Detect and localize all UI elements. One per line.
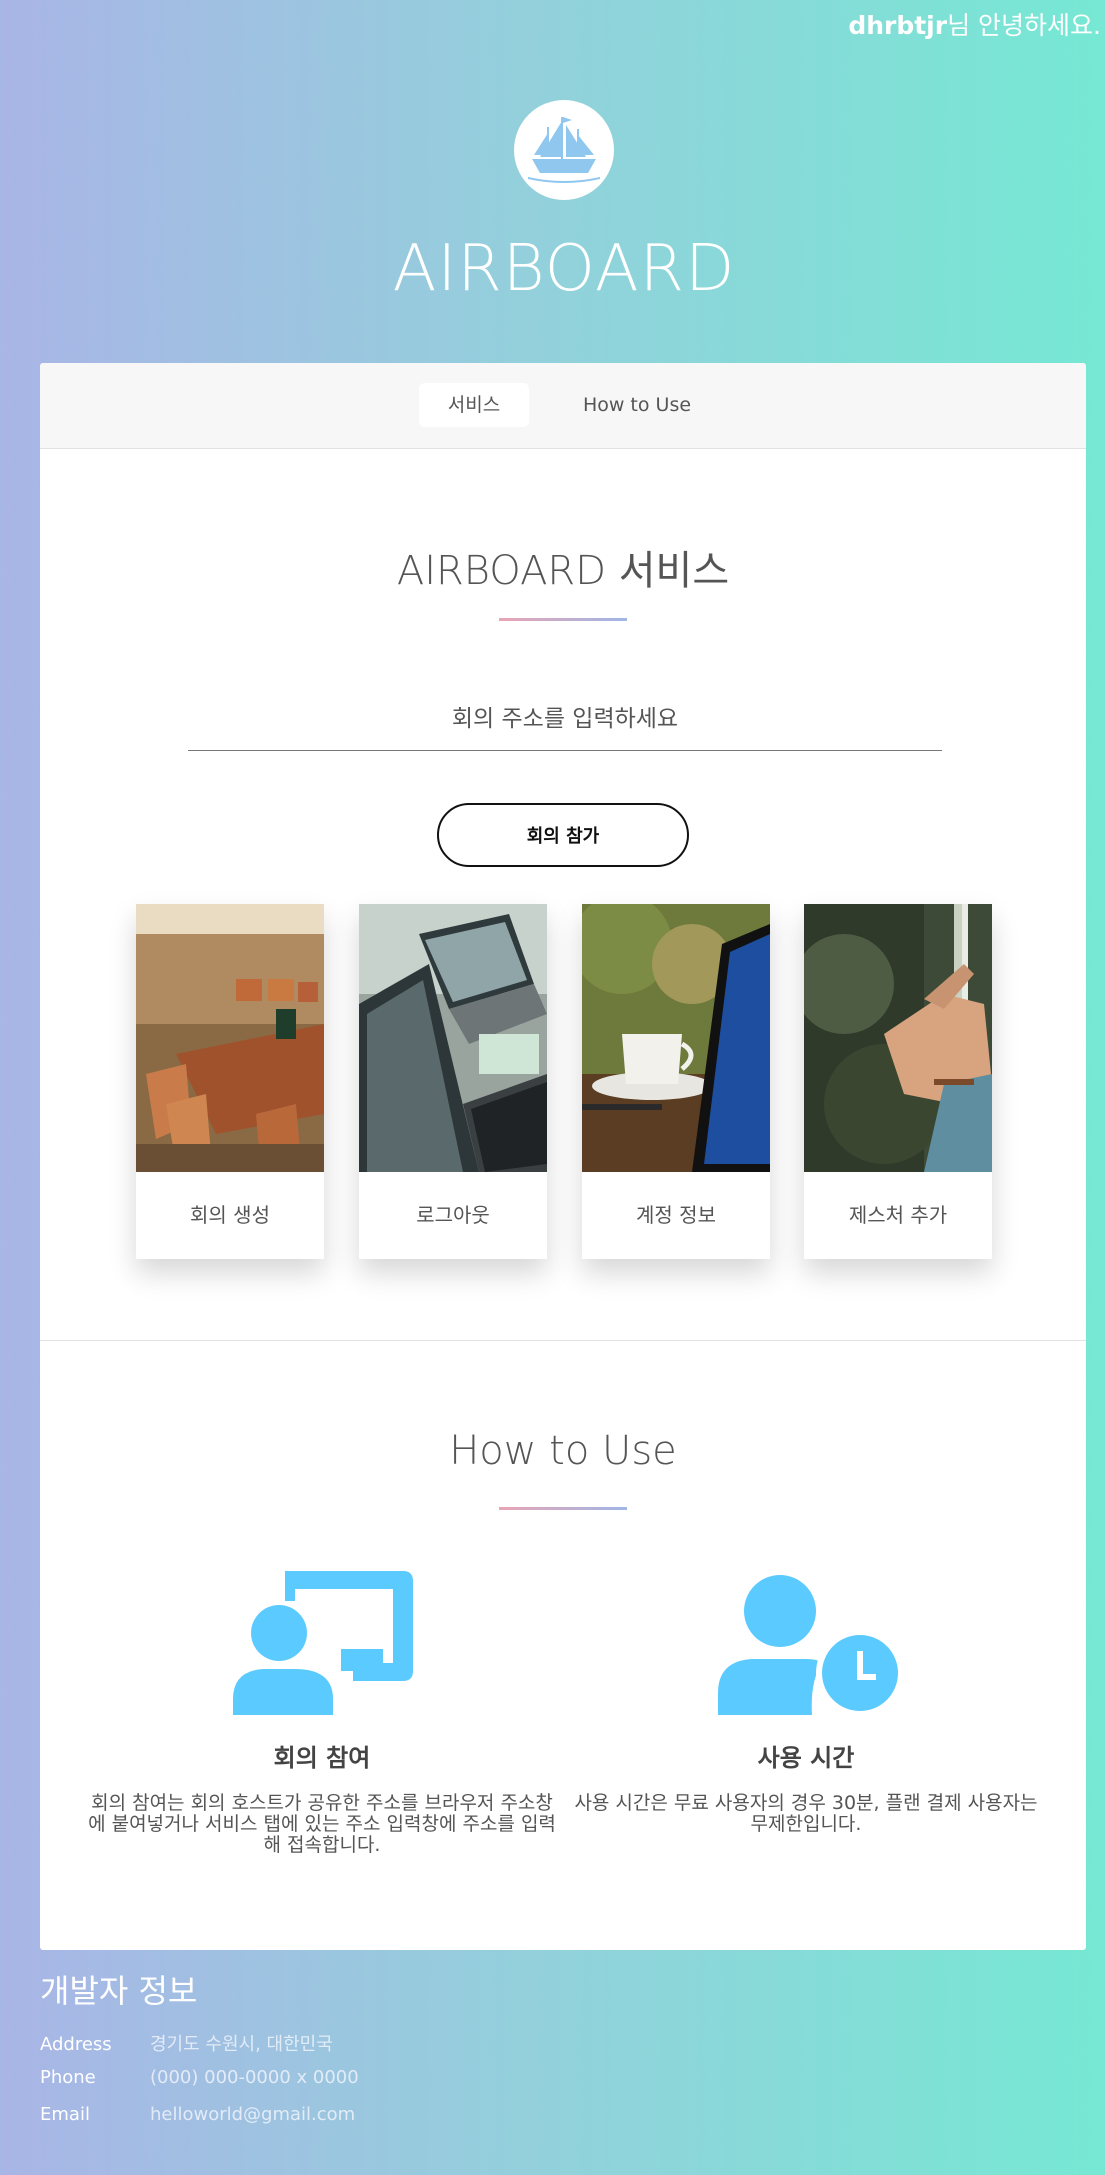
tile-label: 회의 생성 [190, 1203, 270, 1227]
tab-how-to-use[interactable]: How to Use [562, 383, 712, 427]
meeting-room-photo [136, 904, 324, 1172]
user-clock-icon [718, 1571, 904, 1717]
tile-label: 계정 정보 [636, 1203, 716, 1227]
how-to-use-title: How to Use [449, 1428, 677, 1474]
footer-value: 경기도 수원시, 대한민국 [150, 2034, 333, 2055]
main-card: 서비스 How to Use AIRBOARD 서비스 회의 참가 회의 [40, 363, 1086, 1950]
ship-icon [528, 117, 600, 183]
feature-description: 사용 시간은 무료 사용자의 경우 30분, 플랜 결제 사용자는 무제한입니다… [574, 1792, 1038, 1835]
footer-key: Address [40, 2034, 112, 2055]
footer-address-row: Address 경기도 수원시, 대한민국 [40, 2030, 333, 2056]
brand-title: AIRBOARD [392, 232, 736, 306]
feature-title: 회의 참여 [273, 1744, 371, 1772]
user-greeting: dhrbtjr님 안녕하세요. [848, 6, 1101, 42]
developer-info-title: 개발자 정보 [40, 1972, 198, 2010]
feature-description: 회의 참여는 회의 호스트가 공유한 주소를 브라우저 주소창에 붙여넣거나 서… [88, 1792, 556, 1856]
presenter-icon [233, 1571, 413, 1715]
footer-key: Phone [40, 2067, 96, 2088]
tile-account-info[interactable]: 계정 정보 [582, 904, 770, 1259]
tile-label: 제스처 추가 [848, 1203, 948, 1227]
footer-value: (000) 000-0000 x 0000 [150, 2067, 359, 2088]
tab-bar: 서비스 How to Use [40, 363, 1086, 449]
footer-email-row: Email helloworld@gmail.com [40, 2104, 355, 2125]
meeting-address-input[interactable] [188, 688, 942, 751]
hand-waterfall-photo [804, 904, 992, 1172]
footer-key: Email [40, 2104, 90, 2125]
feature-title: 사용 시간 [757, 1744, 855, 1772]
tile-label: 로그아웃 [416, 1203, 490, 1227]
footer-email-link[interactable]: helloworld@gmail.com [150, 2104, 355, 2125]
title-underline [499, 618, 627, 621]
section-divider [40, 1340, 1086, 1341]
join-meeting-button[interactable]: 회의 참가 [437, 803, 689, 867]
username: dhrbtjr [848, 11, 948, 40]
title-underline [499, 1507, 627, 1510]
laptop-desk-photo [359, 904, 547, 1172]
footer-phone-row: Phone (000) 000-0000 x 0000 [40, 2067, 359, 2088]
coffee-cup-tablet-photo [582, 904, 770, 1172]
ship-logo[interactable] [514, 100, 614, 200]
service-section-title: AIRBOARD 서비스 [396, 548, 730, 594]
tile-create-meeting[interactable]: 회의 생성 [136, 904, 324, 1259]
greeting-text: 님 안녕하세요. [947, 11, 1101, 40]
tile-logout[interactable]: 로그아웃 [359, 904, 547, 1259]
tile-add-gesture[interactable]: 제스처 추가 [804, 904, 992, 1259]
tab-service[interactable]: 서비스 [419, 383, 529, 427]
